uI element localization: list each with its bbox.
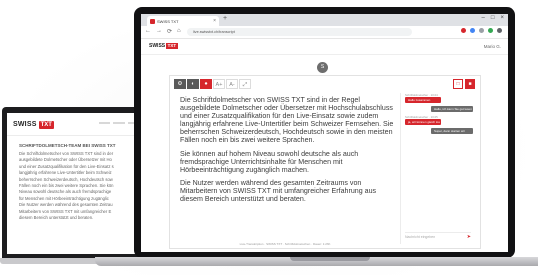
main-screen: SWISS TXT × + – □ × ← → ⟳ ⌂ live.swisstx… bbox=[141, 14, 508, 252]
chat-bubble: Hallo zusammen bbox=[405, 97, 441, 103]
url-field[interactable]: live.swisstxt.ch/transcript bbox=[187, 28, 412, 36]
divider bbox=[7, 135, 145, 136]
user-menu[interactable]: Mario G. bbox=[484, 44, 501, 49]
secondary-heading: SCHRIFTDOLMETSCH-TEAM BEI SWISS TXT bbox=[19, 143, 116, 148]
app-header: SWISS TXT Mario G. bbox=[141, 39, 508, 55]
forward-icon[interactable]: → bbox=[156, 28, 162, 35]
browser-tab[interactable]: SWISS TXT × bbox=[147, 16, 219, 26]
transcript-text: Die Schriftdolmetscher von SWISS TXT sin… bbox=[180, 96, 394, 234]
font-decrease-button[interactable]: A- bbox=[226, 79, 238, 89]
close-tab-icon[interactable]: × bbox=[213, 18, 216, 24]
extension-icon[interactable] bbox=[461, 28, 466, 33]
maximize-icon[interactable]: □ bbox=[491, 15, 495, 21]
secondary-screen: SWISS TXT SCHRIFTDOLMETSCH-TEAM BEI SWIS… bbox=[7, 113, 145, 254]
browser-tab-strip: SWISS TXT × + – □ × bbox=[141, 14, 508, 26]
secondary-text-line: diesem Bereich unterstützt und beraten. bbox=[19, 215, 94, 221]
chat-meta: Schriftdolmetscher · 10:24 bbox=[405, 93, 438, 96]
secondary-nav bbox=[99, 122, 139, 126]
close-window-icon[interactable]: × bbox=[500, 15, 504, 21]
transcript-paragraph: Die Nutzer werden während des gesamten Z… bbox=[180, 178, 377, 204]
layout-single-icon[interactable]: □ bbox=[453, 79, 463, 89]
new-tab-button[interactable]: + bbox=[223, 15, 227, 22]
tab-title: SWISS TXT bbox=[157, 18, 179, 24]
fullscreen-icon[interactable]: ⤢ bbox=[239, 79, 251, 89]
favicon-icon bbox=[150, 18, 155, 24]
address-bar-row: ← → ⟳ ⌂ live.swisstxt.ch/transcript bbox=[141, 26, 508, 39]
font-increase-button[interactable]: A+ bbox=[213, 79, 225, 89]
send-icon[interactable]: ➤ bbox=[467, 233, 471, 241]
secondary-logo: SWISS TXT bbox=[13, 120, 54, 129]
extension-icon[interactable] bbox=[470, 28, 475, 33]
transcript-toolbar: ⚙ ◐ ● A+ A- ⤢ bbox=[174, 79, 251, 89]
browser-nav: ← → ⟳ ⌂ bbox=[145, 28, 181, 35]
logo-text: SWISS bbox=[149, 43, 166, 49]
chat-panel: Schriftdolmetscher · 10:24 Hallo zusammen… bbox=[400, 93, 476, 244]
extension-icon[interactable] bbox=[497, 28, 502, 33]
chat-meta: Schriftdolmetscher · 10:25 bbox=[405, 115, 438, 118]
chat-input[interactable]: Nachricht eingeben ➤ bbox=[405, 232, 471, 241]
transcript-footer: Live-Transkription · SWISS TXT · Schrift… bbox=[239, 242, 331, 246]
window-controls: – □ × bbox=[482, 15, 504, 21]
contrast-icon[interactable]: ◐ bbox=[187, 79, 199, 89]
chat-bubble: Super, dann starten wir bbox=[431, 128, 473, 134]
app-logo[interactable]: SWISS TXT bbox=[149, 43, 178, 49]
chat-bubble: Hallo, ich kann Sie gut lesen bbox=[431, 106, 473, 112]
transcript-paragraph: Sie können auf hohem Niveau sowohl deuts… bbox=[180, 149, 359, 174]
home-icon[interactable]: ⌂ bbox=[177, 28, 181, 35]
chat-input-placeholder: Nachricht eingeben bbox=[405, 235, 436, 239]
transcript-card: ⚙ ◐ ● A+ A- ⤢ □ ■ Die Schriftdolmetscher… bbox=[169, 75, 481, 249]
logo-badge: TXT bbox=[38, 120, 54, 129]
chat-messages: Schriftdolmetscher · 10:24 Hallo zusammen… bbox=[401, 93, 476, 134]
record-icon[interactable]: ● bbox=[200, 79, 212, 89]
extension-icon[interactable] bbox=[479, 28, 484, 33]
settings-icon[interactable]: ⚙ bbox=[174, 79, 186, 89]
secondary-laptop: SWISS TXT SCHRIFTDOLMETSCH-TEAM BEI SWIS… bbox=[2, 107, 152, 263]
main-laptop: SWISS TXT × + – □ × ← → ⟳ ⌂ live.swisstx… bbox=[134, 7, 515, 258]
laptop-notch bbox=[290, 257, 370, 261]
view-toggle: □ ■ bbox=[453, 79, 475, 89]
logo-badge: TXT bbox=[166, 43, 178, 49]
reload-icon[interactable]: ⟳ bbox=[167, 28, 172, 35]
extension-icon[interactable] bbox=[488, 28, 493, 33]
session-logo-icon: S bbox=[317, 62, 328, 73]
logo-text: SWISS bbox=[13, 121, 37, 128]
extension-icons bbox=[461, 28, 502, 33]
minimize-icon[interactable]: – bbox=[482, 15, 485, 21]
secondary-text-block: Die Schriftdolmetscher von SWISS TXT sin… bbox=[19, 151, 145, 221]
chat-bubble: ja, wir können gleich los bbox=[405, 119, 441, 125]
transcript-paragraph: Die Schriftdolmetscher von SWISS TXT sin… bbox=[180, 96, 394, 145]
back-icon[interactable]: ← bbox=[145, 28, 151, 35]
layout-chat-icon[interactable]: ■ bbox=[465, 79, 475, 89]
